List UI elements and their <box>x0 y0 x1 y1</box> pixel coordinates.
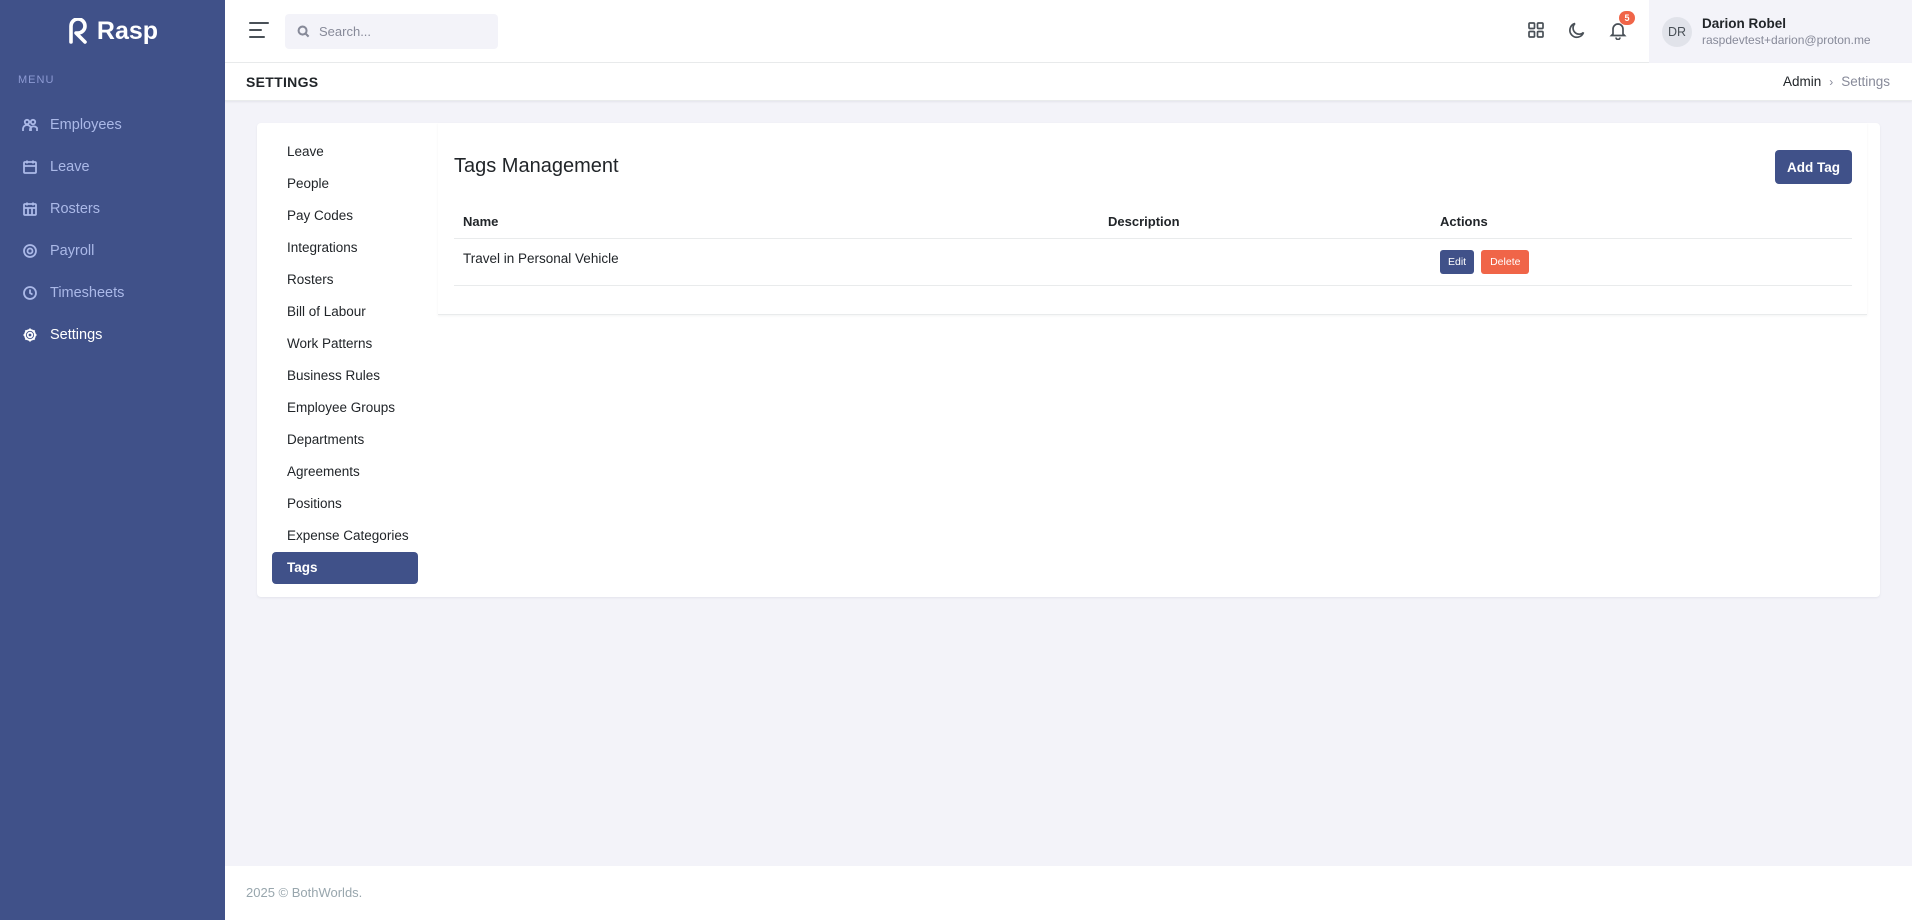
chevron-right-icon: › <box>1829 74 1834 89</box>
settings-link-positions[interactable]: Positions <box>272 488 418 520</box>
user-profile-dropdown[interactable]: DR Darion Robel raspdevtest+darion@proto… <box>1649 0 1912 63</box>
tags-table: Name Description Actions Travel in Perso… <box>454 205 1852 286</box>
breadcrumb-admin[interactable]: Admin <box>1783 74 1821 89</box>
user-email: raspdevtest+darion@proton.me <box>1702 33 1871 47</box>
menu-title: MENU <box>18 74 55 86</box>
table-header: Name Description Actions <box>454 205 1852 239</box>
coin-icon <box>23 244 37 258</box>
sidebar-item-timesheets[interactable]: Timesheets <box>0 272 225 314</box>
search-icon <box>297 25 310 38</box>
settings-card: Leave People Pay Codes Integrations Rost… <box>257 123 1880 597</box>
settings-link-departments[interactable]: Departments <box>272 424 418 456</box>
add-tag-button[interactable]: Add Tag <box>1775 150 1852 184</box>
users-icon <box>22 118 38 131</box>
brand-name: Rasp <box>96 16 159 45</box>
calendar-grid-icon <box>23 202 37 216</box>
calendar-icon <box>23 160 37 174</box>
settings-nav: Leave People Pay Codes Integrations Rost… <box>272 136 418 584</box>
delete-button[interactable]: Delete <box>1481 250 1530 274</box>
sidebar-item-label: Leave <box>50 159 90 175</box>
tags-management-panel: Tags Management Add Tag Name Description… <box>438 123 1867 315</box>
sidebar-item-payroll[interactable]: Payroll <box>0 230 225 272</box>
breadcrumb-settings: Settings <box>1841 74 1890 89</box>
topbar: 5 DR Darion Robel raspdevtest+darion@pro… <box>225 0 1912 63</box>
notifications-bell-icon[interactable]: 5 <box>1608 11 1635 42</box>
settings-link-agreements[interactable]: Agreements <box>272 456 418 488</box>
page-title: SETTINGS <box>246 74 319 90</box>
breadcrumb: Admin › Settings <box>1783 74 1890 89</box>
sidebar-item-rosters[interactable]: Rosters <box>0 188 225 230</box>
footer-copyright: 2025 © BothWorlds. <box>246 885 363 900</box>
search-input[interactable] <box>319 24 479 39</box>
sidebar-item-label: Employees <box>50 117 122 133</box>
sidebar-item-leave[interactable]: Leave <box>0 146 225 188</box>
sidebar-item-label: Settings <box>50 327 103 343</box>
sidebar-item-label: Payroll <box>50 243 95 259</box>
panel-title: Tags Management <box>454 155 619 177</box>
gear-icon <box>23 328 37 342</box>
search-box[interactable] <box>285 14 498 49</box>
sidebar-item-settings[interactable]: Settings <box>0 314 225 356</box>
footer: 2025 © BothWorlds. <box>225 866 1912 920</box>
dark-mode-moon-icon[interactable] <box>1567 20 1589 42</box>
settings-link-people[interactable]: People <box>272 168 418 200</box>
sidebar-item-label: Rosters <box>50 201 100 217</box>
column-header-actions: Actions <box>1440 214 1488 229</box>
column-header-name: Name <box>463 214 499 229</box>
hamburger-menu-icon[interactable] <box>249 22 269 38</box>
sidebar-item-label: Timesheets <box>50 285 125 301</box>
settings-link-employee-groups[interactable]: Employee Groups <box>272 392 418 424</box>
page-title-bar: SETTINGS Admin › Settings <box>225 63 1912 101</box>
rasp-logo-icon <box>69 18 87 44</box>
settings-link-bill-of-labour[interactable]: Bill of Labour <box>272 296 418 328</box>
edit-button[interactable]: Edit <box>1440 250 1475 274</box>
settings-link-pay-codes[interactable]: Pay Codes <box>272 200 418 232</box>
sidebar: Rasp MENU Employees Leave Rosters Payrol… <box>0 0 225 920</box>
column-header-description: Description <box>1108 214 1180 229</box>
clock-icon <box>23 286 37 300</box>
brand-logo[interactable]: Rasp <box>0 0 225 62</box>
sidebar-item-employees[interactable]: Employees <box>0 104 225 146</box>
tag-name-cell: Travel in Personal Vehicle <box>463 251 619 266</box>
settings-link-leave[interactable]: Leave <box>272 136 418 168</box>
settings-link-work-patterns[interactable]: Work Patterns <box>272 328 418 360</box>
settings-link-business-rules[interactable]: Business Rules <box>272 360 418 392</box>
settings-link-integrations[interactable]: Integrations <box>272 232 418 264</box>
notification-count-badge: 5 <box>1619 11 1635 25</box>
avatar: DR <box>1662 16 1692 47</box>
table-row: Travel in Personal Vehicle Edit Delete <box>454 239 1852 286</box>
user-name: Darion Robel <box>1702 16 1787 31</box>
settings-link-rosters[interactable]: Rosters <box>272 264 418 296</box>
apps-grid-icon[interactable] <box>1526 20 1548 42</box>
tag-actions-cell: Edit Delete <box>1431 250 1852 274</box>
settings-link-expense-categories[interactable]: Expense Categories <box>272 520 418 552</box>
settings-link-tags[interactable]: Tags <box>272 552 418 584</box>
